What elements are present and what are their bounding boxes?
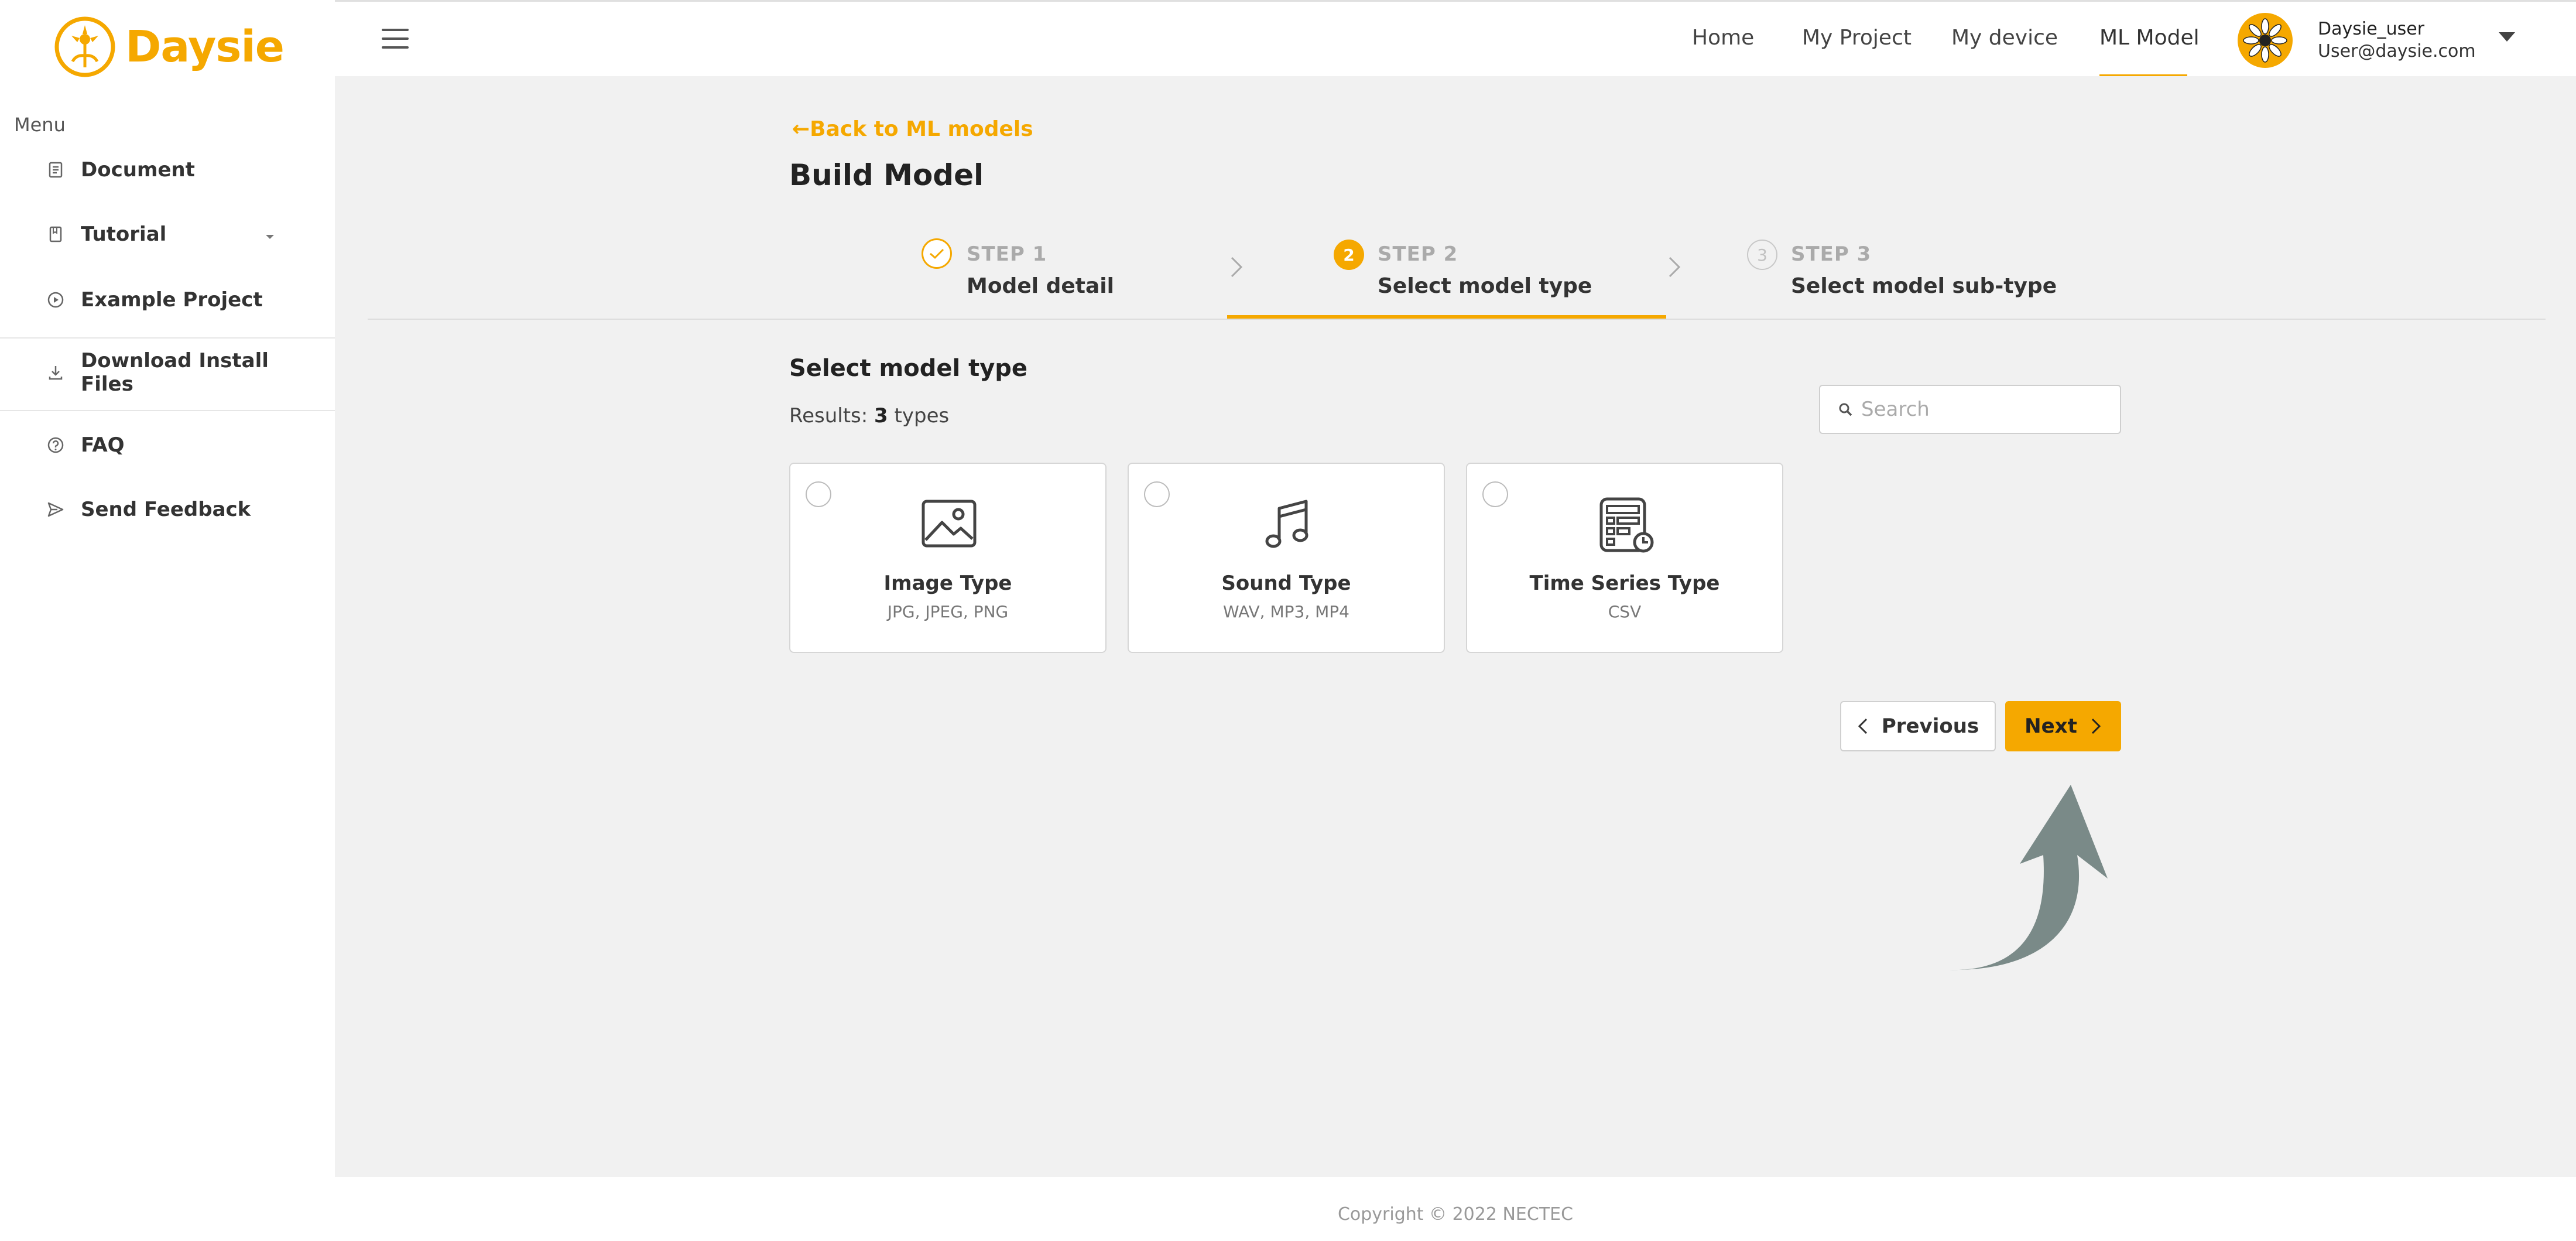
document-icon	[47, 161, 64, 179]
send-icon	[47, 501, 64, 518]
user-email: User@daysie.com	[2318, 41, 2476, 61]
time-series-icon	[1599, 497, 1654, 553]
model-type-card-image[interactable]: Image Type JPG, JPEG, PNG	[789, 463, 1107, 653]
avatar	[2238, 13, 2293, 68]
sidebar-item-label: Example Project	[81, 288, 263, 312]
image-icon	[922, 500, 977, 548]
music-note-icon	[1265, 500, 1308, 548]
nav-ml-model[interactable]: ML Model	[2099, 26, 2200, 50]
search-box[interactable]	[1819, 385, 2121, 434]
nav-home[interactable]: Home	[1692, 26, 1754, 50]
back-to-ml-models-link[interactable]: ←Back to ML models	[792, 117, 1033, 141]
user-menu[interactable]	[2238, 13, 2293, 68]
sidebar-item-tutorial[interactable]: Tutorial	[47, 211, 304, 258]
sidebar-divider	[0, 410, 335, 411]
step-1-label: STEP 1	[967, 242, 1047, 266]
previous-button[interactable]: Previous	[1840, 701, 1996, 751]
arrow-left-icon: ←	[792, 117, 810, 141]
sidebar-item-label: FAQ	[81, 433, 125, 457]
nav-my-project[interactable]: My Project	[1802, 26, 1912, 50]
user-dropdown-caret-icon[interactable]	[2499, 32, 2515, 42]
step-1-check-icon	[922, 238, 952, 269]
chevron-right-icon	[1231, 257, 1243, 278]
section-title: Select model type	[789, 355, 1028, 382]
stepper-active-indicator	[1227, 315, 1666, 319]
step-2-label: STEP 2	[1378, 242, 1458, 266]
card-title: Time Series Type	[1529, 572, 1720, 595]
sidebar-item-document[interactable]: Document	[47, 146, 304, 193]
sidebar-item-download-install-files[interactable]: Download Install Files	[47, 349, 304, 396]
model-type-card-sound[interactable]: Sound Type WAV, MP3, MP4	[1128, 463, 1445, 653]
daysie-logo-icon	[54, 16, 115, 77]
chevron-left-icon	[1858, 718, 1867, 734]
step-3-label: STEP 3	[1791, 242, 1872, 266]
sidebar-item-label: Send Feedback	[81, 498, 251, 521]
play-circle-icon	[47, 291, 64, 309]
radio-button[interactable]	[1144, 481, 1170, 507]
sidebar-item-label: Download Install Files	[81, 349, 269, 396]
radio-button[interactable]	[1482, 481, 1508, 507]
user-name: Daysie_user	[2318, 19, 2425, 39]
hamburger-menu-icon[interactable]	[382, 29, 409, 50]
sidebar: Daysie Menu Document Tutorial Example Pr…	[0, 0, 335, 1241]
book-icon	[47, 225, 64, 243]
chevron-right-icon	[1669, 257, 1681, 278]
card-title: Image Type	[883, 572, 1012, 595]
card-formats: JPG, JPEG, PNG	[887, 602, 1009, 621]
sidebar-item-label: Document	[81, 158, 195, 182]
card-title: Sound Type	[1221, 572, 1351, 595]
main-content	[335, 76, 2576, 1177]
model-type-card-time-series[interactable]: Time Series Type CSV	[1466, 463, 1783, 653]
daisy-flower-icon	[2243, 18, 2287, 63]
copyright-text: Copyright © 2022 NECTEC	[1337, 1204, 1574, 1225]
page-title: Build Model	[789, 158, 984, 192]
sidebar-item-send-feedback[interactable]: Send Feedback	[47, 486, 304, 533]
step-2-title: Select model type	[1378, 274, 1592, 298]
nav-my-device[interactable]: My device	[1951, 26, 2058, 50]
menu-label: Menu	[14, 114, 66, 136]
sidebar-divider	[0, 337, 335, 339]
search-input[interactable]	[1861, 398, 2107, 421]
logo[interactable]: Daysie	[53, 13, 285, 80]
chevron-down-icon	[265, 223, 275, 246]
card-formats: WAV, MP3, MP4	[1223, 602, 1349, 621]
footer: Copyright © 2022 NECTEC	[335, 1177, 2576, 1241]
sidebar-item-faq[interactable]: FAQ	[47, 422, 304, 469]
help-circle-icon	[47, 436, 64, 454]
download-icon	[47, 364, 64, 381]
results-count: Results: 3 types	[789, 404, 950, 428]
search-icon	[1839, 403, 1852, 416]
stepper-baseline	[368, 319, 2546, 320]
radio-button[interactable]	[806, 481, 831, 507]
brand-name: Daysie	[125, 21, 285, 72]
card-formats: CSV	[1608, 602, 1642, 621]
sidebar-item-example-project[interactable]: Example Project	[47, 276, 304, 323]
next-button[interactable]: Next	[2005, 701, 2121, 751]
sidebar-item-label: Tutorial	[81, 223, 167, 246]
chevron-right-icon	[2091, 718, 2101, 734]
step-3-number-badge: 3	[1747, 240, 1777, 270]
step-3-title: Select model sub-type	[1791, 274, 2057, 298]
step-1-title: Model detail	[967, 274, 1114, 298]
curved-arrow-annotation-icon	[1946, 785, 2108, 970]
step-2-number-badge: 2	[1334, 240, 1364, 270]
